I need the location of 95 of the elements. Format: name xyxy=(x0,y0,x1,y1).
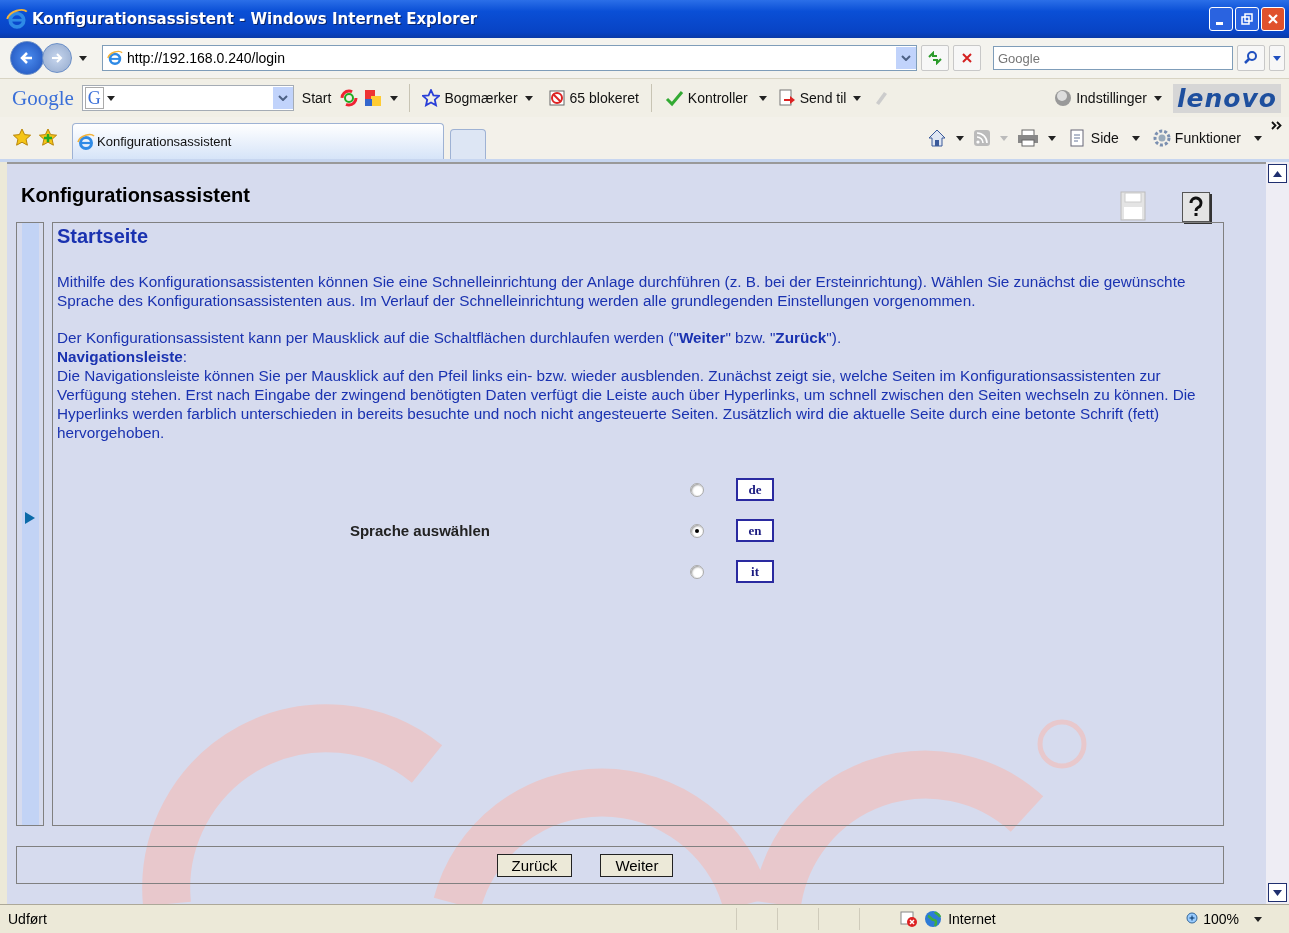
forward-arrow-icon xyxy=(50,51,64,65)
google-logo: Google xyxy=(12,85,74,111)
language-label: Sprache auswählen xyxy=(348,521,491,540)
up-triangle-icon xyxy=(1273,170,1282,177)
language-button[interactable]: de xyxy=(736,478,774,501)
blocked-page-icon xyxy=(900,911,919,927)
caret-icon[interactable] xyxy=(758,95,767,101)
magnifier-icon xyxy=(1186,912,1201,926)
paragraph: Mithilfe des Konfigurationsassistenten können Sie eine Schnelleinrichtung der Anlage durchführen (z. B. bei der Ersteinrichtung). Wählen Sie zunächst die gewünschte Sprache des Konfigurationsassistenten aus. Im Verlauf der Schnelleinrichtung werden alle grundlegenden Einstellungen vorgenommen. xyxy=(57,272,1187,310)
caret-icon[interactable] xyxy=(1154,95,1162,101)
star-icon xyxy=(422,89,441,107)
help-button[interactable] xyxy=(1182,192,1210,222)
radio-button[interactable] xyxy=(690,523,704,538)
printer-icon[interactable] xyxy=(1016,129,1039,147)
caret-icon[interactable] xyxy=(955,135,964,141)
nav-button[interactable]: Weiter xyxy=(600,853,674,877)
restore-icon xyxy=(1241,13,1253,25)
security-zone-label: Internet xyxy=(948,911,996,927)
spellcheck-button[interactable]: Kontroller xyxy=(659,89,752,107)
status-text: Udført xyxy=(8,911,47,927)
caret-icon[interactable] xyxy=(106,95,115,101)
nav-button[interactable]: Zurück xyxy=(496,853,573,877)
browser-logo-icon xyxy=(6,8,28,30)
page-heading: Konfigurationsassistent xyxy=(21,184,250,207)
favorites-star-icon[interactable] xyxy=(12,128,32,148)
caret-icon[interactable] xyxy=(1131,135,1140,141)
window-title: Konfigurationsassistent - Windows Internet Explorer xyxy=(32,10,478,28)
home-icon[interactable] xyxy=(926,128,947,148)
refresh-arrows-icon xyxy=(927,51,943,65)
page-icon xyxy=(1068,129,1087,147)
zoom-button[interactable]: 100% xyxy=(1180,910,1245,928)
chevron-down-icon xyxy=(901,55,911,61)
bookmarks-menu[interactable]: Bogmærker xyxy=(418,89,540,107)
swirl-icon[interactable] xyxy=(339,88,360,108)
expand-arrow-icon[interactable] xyxy=(24,511,36,525)
scroll-down-button[interactable] xyxy=(1268,883,1287,902)
caret-icon[interactable] xyxy=(853,95,862,101)
browser-logo-icon xyxy=(77,132,95,151)
vertical-scrollbar[interactable] xyxy=(1266,162,1289,904)
paragraph: Navigationsleiste: xyxy=(57,347,189,366)
caret-icon[interactable] xyxy=(79,55,87,61)
refresh-button[interactable] xyxy=(921,45,949,71)
paragraph: Der Konfigurationsassistent kann per Mausklick auf die Schaltflächen durchlaufen werden ("Weiter" bzw. "Zurück"). xyxy=(57,328,843,347)
browser-logo-icon xyxy=(107,50,123,66)
close-button[interactable] xyxy=(1261,7,1285,31)
stop-button[interactable] xyxy=(953,45,981,71)
sphere-icon xyxy=(1054,89,1073,107)
dropdown-button[interactable] xyxy=(272,87,293,109)
scroll-up-button[interactable] xyxy=(1268,164,1287,183)
down-triangle-icon xyxy=(1273,889,1282,896)
language-button[interactable]: en xyxy=(736,519,774,542)
brand-logo: lenovo xyxy=(1173,83,1281,113)
search-options-button[interactable] xyxy=(1269,45,1285,71)
back-arrow-icon xyxy=(19,50,35,66)
caret-icon[interactable] xyxy=(524,95,533,101)
search-button[interactable] xyxy=(1237,45,1265,71)
add-favorite-icon[interactable] xyxy=(38,128,58,148)
tools-menu[interactable]: Funktioner xyxy=(1148,129,1245,147)
popup-blocker-button[interactable]: 65 blokeret xyxy=(543,89,643,107)
search-field[interactable]: Google xyxy=(993,46,1233,70)
search-icon xyxy=(1244,51,1258,65)
search-engine-logo[interactable]: G xyxy=(84,87,104,109)
gear-icon xyxy=(1152,129,1171,147)
radio-button[interactable] xyxy=(690,564,704,579)
minimize-button[interactable] xyxy=(1209,7,1233,31)
globe-icon xyxy=(924,910,943,928)
caret-icon[interactable] xyxy=(390,95,399,101)
caret-icon xyxy=(1273,55,1281,61)
dropdown-button[interactable] xyxy=(896,47,916,69)
minimize-icon xyxy=(1216,21,1223,25)
section-title: Startseite xyxy=(57,227,150,246)
restore-button[interactable] xyxy=(1235,7,1259,31)
caret-icon[interactable] xyxy=(1254,916,1262,922)
page-menu[interactable]: Side xyxy=(1064,129,1123,147)
toolbar-search-field[interactable]: G xyxy=(81,85,294,111)
send-to-button[interactable]: Send til xyxy=(773,89,869,107)
language-button[interactable]: it xyxy=(736,560,774,583)
paragraph: Die Navigationsleiste können Sie per Mausklick auf den Pfeil links ein- bzw. wieder ausblenden. Zunächst zeigt sie, welche Seiten im Konfigurationsassistenten zur Verfügung stehen. Erst nach Eingabe der zwingend benötigten Daten verfügt die Leiste auch über Hyperlinks, um schnell zwischen den Seiten wechseln zu können. Die Hyperlinks werden farblich unterschieden in bereits besuchte und noch nicht angesteuerte Seiten. Zusätzlich wird die aktuelle Seite durch eine betonte Schrift (fett) hervorgehoben. xyxy=(57,366,1197,442)
back-button[interactable] xyxy=(10,41,44,75)
toolbar-button[interactable]: Start xyxy=(297,90,336,106)
blocks-icon[interactable] xyxy=(363,88,384,108)
settings-menu[interactable]: Indstillinger xyxy=(1050,89,1169,107)
address-field[interactable]: http://192.168.0.240/login xyxy=(102,45,917,71)
more-chevron-icon[interactable] xyxy=(1271,121,1283,130)
caret-icon[interactable] xyxy=(1254,135,1262,141)
radio-button[interactable] xyxy=(690,482,704,497)
caret-icon[interactable] xyxy=(1047,135,1056,141)
chevron-down-icon xyxy=(277,95,288,101)
forward-button[interactable] xyxy=(42,43,72,73)
browser-tab[interactable]: Konfigurationsassistent xyxy=(72,123,444,159)
check-mark-icon xyxy=(663,89,684,107)
send-document-icon xyxy=(777,89,796,107)
close-icon xyxy=(1267,13,1279,25)
close-icon xyxy=(961,52,973,64)
blocked-window-icon xyxy=(547,89,566,107)
